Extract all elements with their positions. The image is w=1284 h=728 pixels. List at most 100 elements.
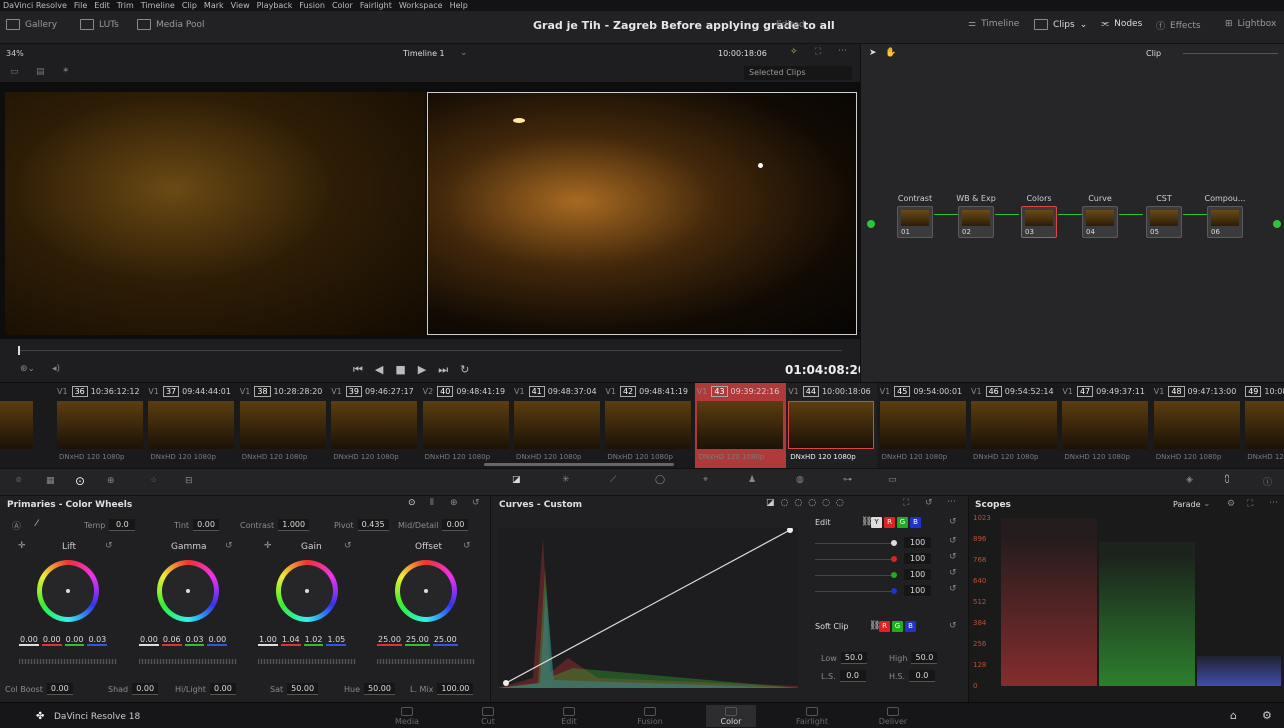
more-icon[interactable]: ⋯	[1269, 498, 1278, 508]
menu-fusion[interactable]: Fusion	[299, 1, 325, 10]
thumbnail-scrollbar[interactable]	[484, 463, 674, 466]
color-wheels-icon[interactable]: ⊙	[75, 474, 85, 488]
timeline-toggle[interactable]: ⚌ Timeline	[968, 19, 1019, 29]
wheel-puck[interactable]	[424, 589, 428, 593]
more-icon[interactable]: ⋯	[838, 46, 847, 56]
qualifier-icon[interactable]: ⟋	[610, 475, 616, 485]
wheel-value[interactable]: 0.00	[64, 635, 85, 646]
page-cut[interactable]: Cut	[463, 707, 513, 726]
magic-wand-icon[interactable]: ✶	[62, 66, 70, 76]
channel-b-button[interactable]: B	[910, 517, 921, 528]
picker-icon[interactable]: ✛	[18, 541, 26, 551]
temp-field[interactable]: Temp 0.0	[84, 519, 136, 531]
intensity-slider[interactable]	[815, 591, 891, 592]
color-node[interactable]: 03	[1021, 206, 1057, 238]
saturation-field[interactable]: Sat 50.00	[270, 683, 319, 695]
channel-y-button[interactable]: Y	[871, 517, 882, 528]
clip-item[interactable]: V1 37 09:44:44:01 DNxHD 120 1080p	[146, 383, 237, 469]
menu-timeline[interactable]: Timeline	[141, 1, 175, 10]
wheel-value[interactable]: 0.00	[19, 635, 39, 646]
clip-item[interactable]: V2 40 09:48:41:19 DNxHD 120 1080p	[421, 383, 512, 469]
scope-settings-icon[interactable]: ⚙	[1227, 499, 1235, 509]
clips-toggle[interactable]: Clips ⌄	[1034, 19, 1087, 30]
menu-workspace[interactable]: Workspace	[399, 1, 443, 10]
split-view-icon[interactable]: ▭	[10, 67, 19, 77]
clip-item[interactable]: 4910:08: DNxHD 120	[1243, 383, 1284, 469]
intensity-slider[interactable]	[815, 575, 891, 576]
contrast-field[interactable]: Contrast 1.000	[240, 519, 310, 531]
col-boost-field[interactable]: Col Boost 0.00	[5, 683, 73, 695]
wheel-master-slider[interactable]	[377, 659, 475, 664]
softclip-b-button[interactable]: B	[905, 621, 916, 632]
wheel-puck[interactable]	[186, 589, 190, 593]
wheel-value[interactable]: 0.03	[184, 635, 205, 646]
page-media[interactable]: Media	[382, 707, 432, 726]
lightbox-toggle[interactable]: ⊞ Lightbox	[1225, 19, 1276, 29]
page-color[interactable]: Color	[706, 705, 756, 727]
clip-item[interactable]: V1 48 09:47:13:00 DNxHD 120 1080p	[1152, 383, 1243, 469]
camera-raw-icon[interactable]: ⌾	[16, 476, 21, 486]
low-field[interactable]: Low 50.0	[821, 652, 867, 664]
gallery-button[interactable]: Gallery	[6, 19, 57, 30]
clip-item[interactable]: V1 39 09:46:27:17 DNxHD 120 1080p	[329, 383, 420, 469]
wheel-value[interactable]: 25.00	[404, 635, 430, 646]
reset-icon[interactable]: ↺	[949, 621, 957, 631]
curve-point[interactable]	[787, 528, 793, 533]
clip-item[interactable]: V1 38 10:28:28:20 DNxHD 120 1080p	[238, 383, 329, 469]
wheel-value[interactable]: 0.00	[41, 635, 62, 646]
info-icon[interactable]: ⓘ	[1263, 475, 1272, 488]
color-wheel[interactable]	[276, 560, 338, 622]
app-menu[interactable]: DaVinci Resolve	[3, 1, 67, 10]
motion-effects-icon[interactable]: ⁘	[150, 476, 158, 486]
page-edit[interactable]: Edit	[544, 707, 594, 726]
color-node[interactable]: 04	[1082, 206, 1118, 238]
menu-clip[interactable]: Clip	[182, 1, 197, 10]
effects-toggle[interactable]: ⓕ Effects	[1156, 19, 1201, 33]
reset-icon[interactable]: ↺	[949, 517, 957, 527]
zoom-level[interactable]: 34%	[6, 49, 24, 58]
wheel-value[interactable]: 25.00	[432, 635, 458, 646]
intensity-value[interactable]: 100	[904, 569, 932, 580]
grid-view-icon[interactable]: ▤	[36, 67, 45, 77]
wheel-puck[interactable]	[66, 589, 70, 593]
menu-help[interactable]: Help	[450, 1, 468, 10]
node-mode-selector[interactable]: Clip	[1146, 49, 1161, 58]
clip-item[interactable]: V319:141080p	[0, 383, 36, 469]
rgb-mixer-icon[interactable]: ⊕	[107, 476, 115, 486]
tracker-icon[interactable]: ⌖	[703, 475, 708, 485]
reset-icon[interactable]: ↺	[949, 536, 957, 546]
bars-mode-icon[interactable]: ⫴	[430, 498, 434, 508]
intensity-slider[interactable]	[815, 559, 891, 560]
wheel-value[interactable]: 1.04	[280, 635, 301, 646]
menu-file[interactable]: File	[74, 1, 87, 10]
wheel-puck[interactable]	[305, 589, 309, 593]
reset-icon[interactable]: ↺	[344, 541, 352, 551]
wheel-value[interactable]: 0.00	[207, 635, 228, 646]
auto-balance-icon[interactable]: Ⓐ	[12, 519, 21, 532]
curve-mode-icons[interactable]: ◪◌◌◌◌◌	[766, 498, 850, 508]
scopes-icon[interactable]: ⩇	[1225, 475, 1229, 485]
expand-icon[interactable]: ⛶	[903, 498, 909, 508]
home-icon[interactable]: ⌂	[1230, 709, 1237, 722]
playback-buttons[interactable]: ⏮◀■▶⏭↻	[353, 363, 481, 377]
3d-icon[interactable]: ◈	[1186, 475, 1193, 485]
node-editor[interactable]: ➤ ✋ Clip Contrast 01 WB & Exp 02 Colors 03 Cur…	[860, 44, 1284, 382]
mid-detail-field[interactable]: Mid/Detail 0.00	[398, 519, 469, 531]
curve-point[interactable]	[503, 680, 509, 686]
scope-mode-selector[interactable]: Parade	[1173, 500, 1201, 509]
color-wheel[interactable]	[157, 560, 219, 622]
wheels-mode-icon[interactable]: ⊙	[408, 498, 416, 508]
curve-graph[interactable]	[498, 528, 798, 688]
clip-item[interactable]: V1 44 10:00:18:06 DNxHD 120 1080p	[786, 383, 878, 469]
luma-mix-field[interactable]: L. Mix 100.00	[410, 683, 474, 695]
key-icon[interactable]: ⊶	[843, 475, 852, 485]
wheel-master-slider[interactable]	[19, 659, 117, 664]
blur-icon[interactable]: ◍	[796, 475, 804, 485]
reset-icon[interactable]: ↺	[105, 541, 113, 551]
high-soft-field[interactable]: H.S. 0.0	[889, 670, 936, 682]
playhead[interactable]	[18, 346, 20, 355]
luts-button[interactable]: LUTs	[80, 19, 119, 30]
wheel-value[interactable]: 0.00	[139, 635, 159, 646]
page-fairlight[interactable]: Fairlight	[787, 707, 837, 726]
settings-icon[interactable]: ⚙	[1262, 709, 1272, 722]
